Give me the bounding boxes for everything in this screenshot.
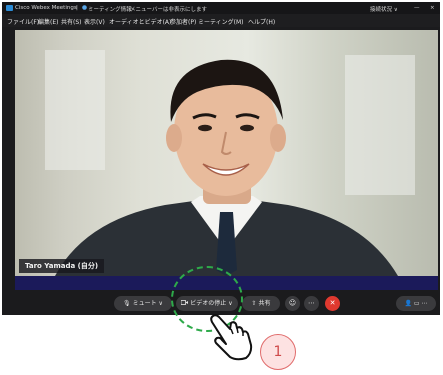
participants-icon[interactable]: 👤 — [405, 300, 412, 307]
menu-meeting[interactable]: ミーティング(M) — [198, 17, 244, 26]
minimize-button[interactable]: — — [414, 5, 420, 11]
close-window-button[interactable]: × — [430, 5, 435, 11]
menu-bar: ファイル(F) 編集(E) 共有(S) 表示(V) オーディオとビデオ(A) 参… — [2, 14, 440, 27]
smiley-icon: ☺ — [288, 299, 297, 307]
participant-video-image — [55, 59, 398, 276]
more-options-button[interactable]: ⋯ — [304, 296, 319, 311]
webex-logo-icon — [6, 5, 13, 13]
chat-icon[interactable]: ▭ — [414, 300, 420, 307]
panel-buttons: 👤 ▭ ⋯ — [396, 296, 436, 311]
app-name: Cisco Webex Meetings — [15, 5, 77, 11]
menu-file[interactable]: ファイル(F) — [7, 17, 39, 26]
menu-audio-video[interactable]: オーディオとビデオ(A) — [109, 17, 171, 26]
chevron-down-icon[interactable]: ∨ — [159, 300, 163, 307]
title-separator: | — [76, 5, 78, 11]
share-icon: ⇧ — [251, 300, 257, 307]
more-panels-icon[interactable]: ⋯ — [422, 300, 428, 307]
share-button[interactable]: ⇧ 共有 — [242, 296, 280, 311]
share-label: 共有 — [258, 300, 271, 307]
mute-button[interactable]: 🎙 ミュート ∨ — [114, 296, 172, 311]
menu-participants[interactable]: 参加者(P) — [170, 17, 196, 26]
menu-edit[interactable]: 編集(E) — [38, 17, 58, 26]
more-icon: ⋯ — [308, 299, 315, 307]
hide-menubar-hint[interactable]: メニューバーは非表示にします — [130, 5, 207, 13]
title-bar: Cisco Webex Meetings | ミーティング情報 メニューバーは非… — [2, 2, 440, 14]
meeting-info-link[interactable]: ミーティング情報 — [88, 5, 132, 13]
menu-help[interactable]: ヘルプ(H) — [248, 17, 275, 26]
step-number-badge: 1 — [260, 334, 296, 370]
connection-status[interactable]: 接続状況 ∨ — [370, 5, 398, 13]
meeting-info-icon[interactable] — [82, 5, 87, 12]
menu-share[interactable]: 共有(S) — [61, 17, 82, 26]
self-video-view — [15, 30, 438, 276]
mute-label: ミュート — [132, 300, 157, 307]
leave-meeting-button[interactable]: ✕ — [325, 296, 340, 311]
participant-name-tag: Taro Yamada (自分) — [19, 259, 105, 273]
microphone-icon: 🎙 — [123, 300, 131, 307]
close-icon: ✕ — [329, 299, 336, 307]
menu-view[interactable]: 表示(V) — [84, 17, 105, 26]
reaction-button[interactable]: ☺ — [285, 296, 300, 311]
pointing-hand-icon — [207, 313, 255, 365]
